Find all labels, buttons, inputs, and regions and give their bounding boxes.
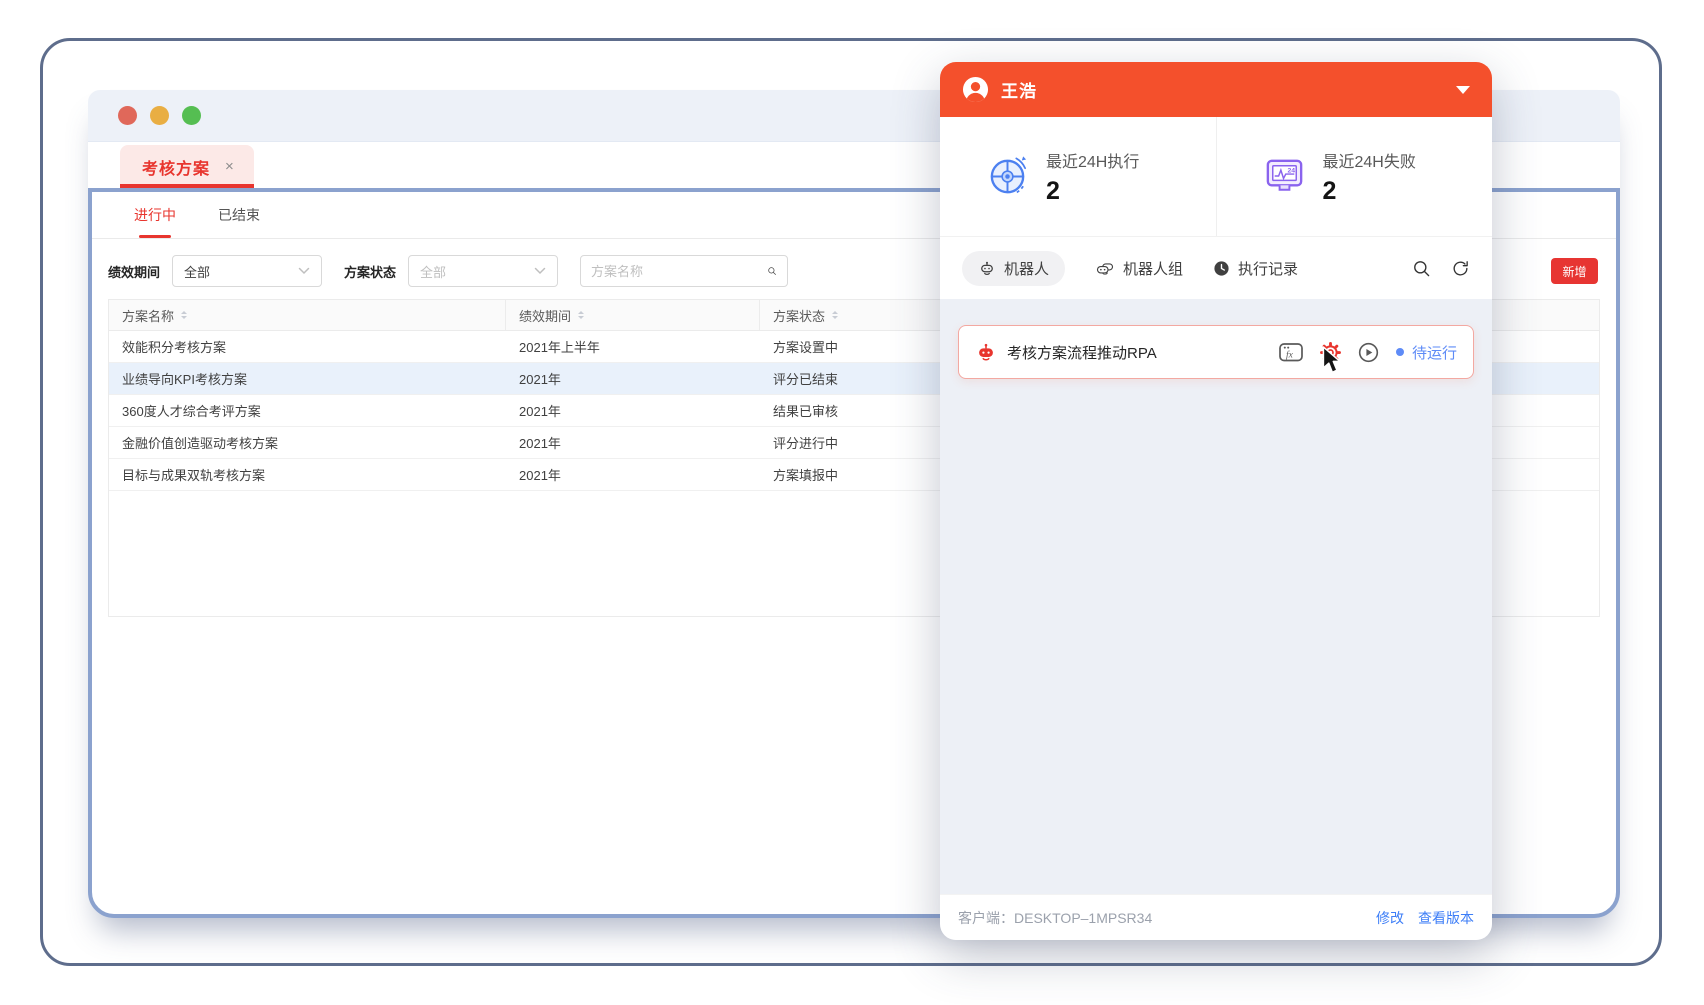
stat-text: 最近24H失败 2	[1323, 148, 1416, 206]
stat-text: 最近24H执行 2	[1046, 148, 1139, 206]
cell-plan-name: 金融价值创造驱动考核方案	[109, 433, 506, 452]
cell-period: 2021年	[506, 401, 760, 420]
column-label: 方案状态	[773, 306, 825, 325]
sort-icon[interactable]	[832, 311, 838, 319]
add-button[interactable]: 新增	[1551, 258, 1598, 284]
robot-status: 待运行	[1396, 342, 1457, 363]
tab-label: 考核方案	[142, 155, 210, 179]
status-select-placeholder: 全部	[420, 262, 446, 281]
tab-robot-groups[interactable]: 机器人组	[1095, 258, 1183, 279]
refresh-icon[interactable]	[1451, 259, 1470, 278]
robot-group-icon	[1095, 259, 1115, 277]
column-label: 方案名称	[122, 306, 174, 325]
cell-plan-name: 目标与成果双轨考核方案	[109, 465, 506, 484]
caret-down-icon[interactable]	[1456, 86, 1470, 94]
stats-section: 最近24H执行 2 24 最近24H失败 2	[940, 117, 1492, 237]
exec-24h-icon	[984, 153, 1031, 200]
robot-icon	[975, 341, 997, 363]
maximize-window-icon[interactable]	[182, 106, 201, 125]
cell-period: 2021年上半年	[506, 337, 760, 356]
column-label: 绩效期间	[519, 306, 571, 325]
client-label: 客户端：DESKTOP–1MPSR34	[958, 908, 1152, 928]
svg-text:24: 24	[1287, 168, 1295, 175]
plan-name-search[interactable]	[580, 255, 788, 287]
status-text: 待运行	[1412, 342, 1457, 363]
stat-label: 最近24H执行	[1046, 148, 1139, 172]
status-select[interactable]: 全部	[408, 255, 558, 287]
period-select[interactable]: 全部	[172, 255, 322, 287]
tab-in-progress-label: 进行中	[134, 205, 176, 225]
chevron-down-icon	[298, 267, 310, 275]
cell-plan-name: 业绩导向KPI考核方案	[109, 369, 506, 388]
stat-value: 2	[1046, 177, 1139, 206]
cell-period: 2021年	[506, 433, 760, 452]
period-select-value: 全部	[184, 262, 210, 281]
stat-fail-24h: 24 最近24H失败 2	[1217, 117, 1493, 236]
view-version-link[interactable]: 查看版本	[1418, 908, 1474, 928]
active-tab-underline	[139, 235, 171, 238]
robot-name: 考核方案流程推动RPA	[1007, 342, 1157, 363]
sort-icon[interactable]	[181, 311, 187, 319]
gear-icon[interactable]	[1319, 341, 1342, 364]
tab-assessment-plan[interactable]: 考核方案 ×	[120, 145, 254, 188]
search-input[interactable]	[591, 264, 767, 279]
user-name: 王浩	[1001, 77, 1037, 102]
cell-plan-name: 360度人才综合考评方案	[109, 401, 506, 420]
cell-period: 2021年	[506, 369, 760, 388]
stat-value: 2	[1323, 177, 1416, 206]
panel-actions	[1412, 259, 1470, 278]
panel-tabs: 机器人 机器人组 执行记录	[940, 237, 1492, 299]
chevron-down-icon	[534, 267, 546, 275]
period-filter-label: 绩效期间	[108, 262, 160, 281]
cell-period: 2021年	[506, 465, 760, 484]
tab-exec-records[interactable]: 执行记录	[1213, 258, 1298, 279]
clock-icon	[1213, 260, 1230, 277]
status-dot-icon	[1396, 348, 1404, 356]
svg-text:fx: fx	[1286, 350, 1294, 361]
user-avatar-icon	[962, 76, 989, 103]
client-machine-name: DESKTOP–1MPSR34	[1014, 910, 1152, 926]
client-label-text: 客户端：	[958, 910, 1014, 926]
column-header-name[interactable]: 方案名称	[109, 300, 506, 330]
status-filter-label: 方案状态	[344, 262, 396, 281]
panel-footer: 客户端：DESKTOP–1MPSR34 修改 查看版本	[940, 894, 1492, 940]
robot-card-actions: fx	[1278, 340, 1380, 364]
tab-robots-label: 机器人	[1004, 258, 1049, 279]
footer-links: 修改 查看版本	[1376, 908, 1474, 928]
stat-exec-24h: 最近24H执行 2	[940, 117, 1217, 236]
robot-icon	[978, 259, 996, 277]
modify-link[interactable]: 修改	[1376, 908, 1404, 928]
rpa-client-panel: 王浩 最近24H执行 2 24	[940, 62, 1492, 940]
play-icon[interactable]	[1357, 341, 1380, 364]
stat-label: 最近24H失败	[1323, 148, 1416, 172]
cell-plan-name: 效能积分考核方案	[109, 337, 506, 356]
minimize-window-icon[interactable]	[150, 106, 169, 125]
fail-24h-icon: 24	[1261, 153, 1308, 200]
robot-list: 考核方案流程推动RPA fx	[940, 299, 1492, 894]
tab-robots[interactable]: 机器人	[962, 251, 1065, 286]
column-header-period[interactable]: 绩效期间	[506, 300, 760, 330]
tab-robot-groups-label: 机器人组	[1123, 258, 1183, 279]
close-window-icon[interactable]	[118, 106, 137, 125]
tab-finished[interactable]: 已结束	[218, 192, 260, 238]
robot-card[interactable]: 考核方案流程推动RPA fx	[958, 325, 1474, 379]
panel-header[interactable]: 王浩	[940, 62, 1492, 117]
magnifier-icon[interactable]	[767, 263, 777, 279]
fx-params-icon[interactable]: fx	[1278, 340, 1304, 364]
search-icon[interactable]	[1412, 259, 1431, 278]
tab-close-icon[interactable]: ×	[225, 158, 234, 175]
tab-exec-records-label: 执行记录	[1238, 258, 1298, 279]
sort-icon[interactable]	[578, 311, 584, 319]
tab-in-progress[interactable]: 进行中	[134, 192, 176, 238]
tab-finished-label: 已结束	[218, 205, 260, 225]
